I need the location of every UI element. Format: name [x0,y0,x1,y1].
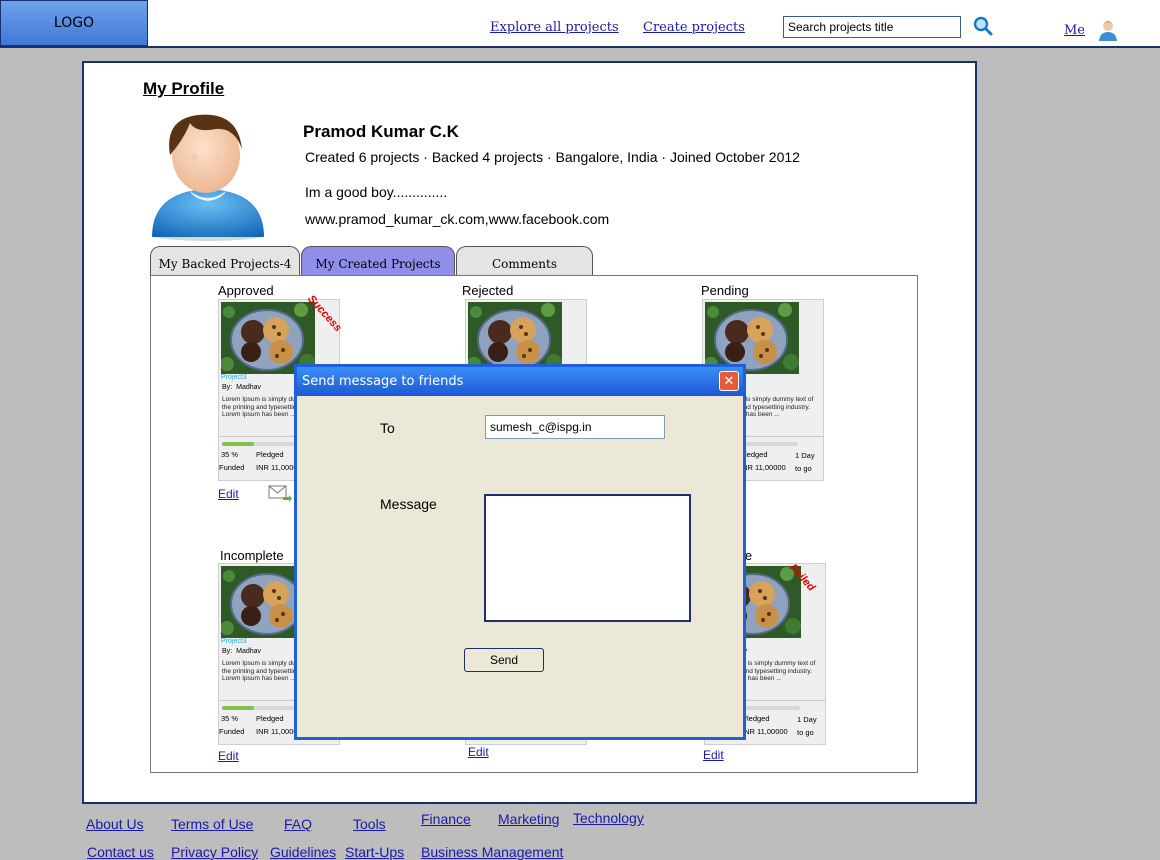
profile-name: Pramod Kumar C.K [303,122,459,141]
pledged-amount: INR 11,00000 [742,727,788,736]
profile-website[interactable]: www.pramod_kumar_ck.com,www.facebook.com [305,211,609,227]
project-status-label: Rejected [462,283,514,298]
project-author: By:Madhav [222,648,261,655]
footer-about-us[interactable]: About Us [86,816,144,832]
edit-link[interactable]: Edit [703,748,724,762]
author-prefix: By: [222,648,233,655]
tab-backed-projects[interactable]: My Backed Projects-4 [150,246,300,278]
pledged-label: Pledged [742,714,770,723]
pledged-label: Pledged [256,714,284,723]
progress-fill [222,706,255,710]
search-icon[interactable] [973,16,993,36]
days-suffix: to go [797,728,814,737]
funded-label: Funded [219,463,245,472]
message-label: Message [380,496,437,512]
avatar [152,114,264,241]
footer-privacy[interactable]: Privacy Policy [171,844,258,860]
nav-explore-projects[interactable]: Explore all projects [490,20,619,35]
footer-faq[interactable]: FAQ [284,816,312,832]
project-status-label: Approved [218,283,274,298]
footer-contact-us[interactable]: Contact us [87,844,154,860]
progress-fill [222,442,255,446]
project-name[interactable]: Project3 [221,638,247,645]
footer-business-management[interactable]: Business Management [421,844,563,860]
pledged-amount: INR 11,00000 [740,463,786,472]
days-suffix: to go [795,464,812,473]
dialog-title: Send message to friends [297,367,743,396]
footer-startups[interactable]: Start-Ups [345,844,404,860]
send-message-dialog: Send message to friends ✕ To Message Sen… [294,364,746,740]
author-name: Madhav [236,384,262,391]
footer-guidelines[interactable]: Guidelines [270,844,336,860]
percent-funded: 35 % [221,450,239,459]
author-prefix: By: [222,384,233,391]
logo[interactable]: LOGO [0,0,148,46]
page-title: My Profile [143,79,225,98]
top-header: LOGO Explore all projects Create project… [0,0,1160,48]
days-left: 1 Day [795,451,815,460]
nav-create-projects[interactable]: Create projects [643,20,745,35]
footer-tools[interactable]: Tools [353,816,386,832]
profile-stats: Created 6 projects · Backed 4 projects ·… [305,149,800,165]
project-name[interactable]: Project3 [221,374,247,381]
profile-bio: Im a good boy.............. [305,184,448,200]
project-author: By:Madhav [222,384,261,391]
close-icon[interactable]: ✕ [719,371,739,391]
footer-marketing[interactable]: Marketing [498,811,559,827]
author-name: Madhav [236,648,262,655]
search-input[interactable] [783,16,961,38]
funded-label: Funded [219,727,245,736]
footer-technology[interactable]: Technology [573,810,644,826]
user-icon[interactable] [1097,18,1119,42]
to-label: To [380,420,395,436]
percent-funded: 35 % [221,714,239,723]
edit-link[interactable]: Edit [218,487,239,501]
days-left: 1 Day [797,715,817,724]
to-field[interactable] [485,415,665,439]
tab-comments[interactable]: Comments [456,246,593,278]
edit-link[interactable]: Edit [218,749,239,763]
project-status-label: Pending [701,283,749,298]
send-message-icon[interactable] [268,485,292,503]
project-status-label: Incomplete [220,548,284,563]
footer-terms[interactable]: Terms of Use [171,816,253,832]
pledged-label: Pledged [256,450,284,459]
send-button[interactable]: Send [464,648,544,672]
footer-finance[interactable]: Finance [421,811,471,827]
me-link[interactable]: Me [1064,23,1085,38]
message-field[interactable] [484,494,691,622]
tab-created-projects[interactable]: My Created Projects [301,246,455,278]
edit-link[interactable]: Edit [468,745,489,759]
